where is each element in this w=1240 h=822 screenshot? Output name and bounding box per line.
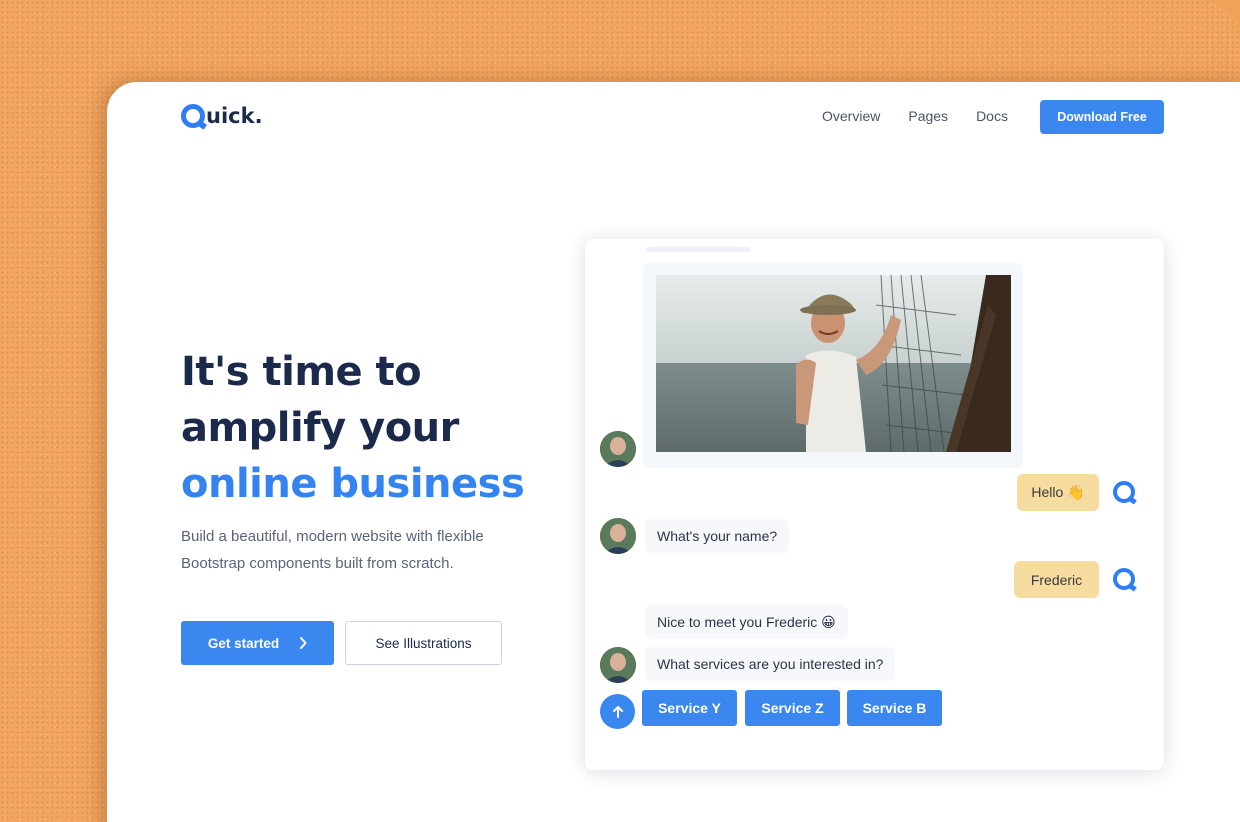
nav-link-docs[interactable]: Docs	[976, 108, 1008, 124]
service-b-button[interactable]: Service B	[847, 690, 942, 726]
hero-title-line-2: amplify your	[181, 405, 459, 451]
download-free-button[interactable]: Download Free	[1040, 100, 1164, 134]
get-started-label: Get started	[207, 635, 280, 651]
hero-title-line-1: It's time to	[181, 349, 422, 395]
top-nav: Overview Pages Docs	[822, 108, 1008, 124]
user-message-hello: Hello 👋	[1017, 474, 1099, 511]
arrow-up-icon	[612, 705, 623, 718]
see-illustrations-button[interactable]: See Illustrations	[345, 621, 502, 665]
chevron-right-icon	[300, 637, 307, 649]
hero-title-line-3: online business	[181, 461, 525, 507]
q-avatar-icon	[1113, 481, 1135, 503]
get-started-button[interactable]: Get started	[181, 621, 334, 665]
hero-subtitle-line-2: Bootstrap components built from scratch.	[181, 555, 454, 572]
nav-link-pages[interactable]: Pages	[908, 108, 948, 124]
service-z-button[interactable]: Service Z	[745, 690, 840, 726]
scroll-up-button[interactable]	[600, 694, 635, 729]
bot-avatar-2	[600, 518, 636, 554]
service-y-button[interactable]: Service Y	[642, 690, 737, 726]
chat-widget: Hello 👋 What's your name? Frederic Nice …	[585, 239, 1164, 770]
browser-window: uick. Overview Pages Docs Download Free …	[107, 82, 1240, 822]
shared-photo[interactable]	[656, 275, 1011, 452]
q-avatar-icon	[1113, 568, 1135, 590]
hero-subtitle: Build a beautiful, modern website with f…	[181, 523, 541, 577]
photo-illustration	[656, 275, 1011, 452]
bot-message-services-question: What services are you interested in?	[645, 647, 896, 681]
brand-logo[interactable]: uick.	[181, 104, 263, 128]
bot-avatar-1	[600, 431, 636, 467]
faded-message-line	[645, 247, 751, 252]
bot-avatar-3	[600, 647, 636, 683]
bot-message-name-question: What's your name?	[645, 519, 790, 553]
q-logo-icon	[181, 104, 205, 128]
bot-message-greeting: Nice to meet you Frederic 😀	[645, 605, 848, 639]
hero-subtitle-line-1: Build a beautiful, modern website with f…	[181, 528, 484, 545]
nav-link-overview[interactable]: Overview	[822, 108, 880, 124]
brand-name: uick.	[206, 104, 263, 128]
hero-title: It's time to amplify your online busines…	[181, 344, 525, 512]
user-message-name: Frederic	[1014, 561, 1099, 598]
